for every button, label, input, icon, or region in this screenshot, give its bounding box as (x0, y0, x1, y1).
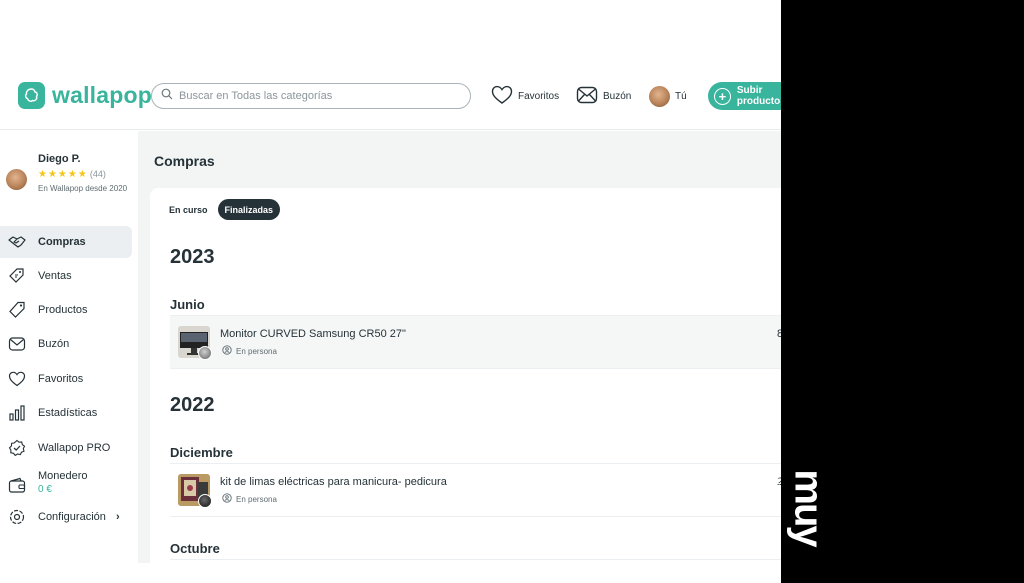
sidebar-item-label: Wallapop PRO (38, 442, 111, 454)
delivery-label: En persona (236, 494, 277, 504)
sidebar-item-label: Estadísticas (38, 407, 98, 419)
transaction-title: kit de limas eléctricas para manicura- p… (220, 476, 447, 488)
delivery-method: En persona (222, 345, 277, 357)
wallet-icon (8, 477, 26, 495)
sidebar-item-wallapop-pro[interactable]: Wallapop PRO (0, 432, 132, 464)
main-content: Compras En curso Finalizadas 2023 Junio … (138, 131, 781, 563)
wallapop-logo-icon (18, 82, 45, 109)
rating-stars: ★★★★★ (44) (38, 169, 106, 180)
year-heading: 2022 (170, 394, 215, 416)
sidebar-item-configuracion[interactable]: Configuración › (0, 501, 132, 533)
search-input[interactable] (179, 90, 449, 102)
transaction-row[interactable]: kit de limas eléctricas para manicura- p… (170, 463, 781, 517)
nav-inbox[interactable]: Buzón (576, 84, 631, 108)
envelope-icon (576, 86, 598, 107)
star-icons: ★★★★★ (38, 169, 88, 180)
bar-chart-icon (8, 404, 26, 422)
sidebar-item-ventas[interactable]: Ventas (0, 260, 132, 292)
profile-name: Diego P. (38, 153, 81, 165)
purchase-tabs: En curso Finalizadas (162, 199, 283, 220)
profile-avatar (6, 169, 27, 190)
year-heading: 2023 (170, 246, 215, 268)
page-title: Compras (154, 153, 215, 169)
transaction-row[interactable] (170, 559, 781, 563)
envelope-icon (8, 335, 26, 353)
favorites-label: Favoritos (518, 90, 560, 102)
sidebar-item-monedero[interactable]: Monedero 0 € (0, 466, 132, 504)
seller-avatar (198, 346, 212, 360)
sidebar-item-compras[interactable]: Compras (0, 226, 132, 258)
nav-profile[interactable]: Tú (649, 84, 687, 108)
wallet-balance: 0 € (38, 484, 52, 495)
muy-interesante-logo: muy (786, 469, 831, 546)
top-header: wallapop Favoritos Buzón Tú + Subir prod… (0, 62, 808, 130)
delivery-label: En persona (236, 346, 277, 356)
sidebar-item-label: Productos (38, 304, 88, 316)
handshake-icon (8, 233, 26, 251)
sidebar-item-label: Ventas (38, 270, 72, 282)
sidebar-item-label: Compras (38, 236, 86, 248)
price-tag-hand-icon (8, 267, 26, 285)
tab-en-curso[interactable]: En curso (162, 199, 215, 220)
plus-icon: + (714, 87, 731, 105)
chevron-right-icon: › (116, 511, 120, 523)
month-heading: Octubre (170, 541, 220, 556)
sidebar-item-label: Favoritos (38, 373, 84, 385)
transaction-row[interactable]: Monitor CURVED Samsung CR50 27" En perso… (170, 315, 781, 369)
sidebar-item-productos[interactable]: Productos (0, 294, 132, 326)
seller-avatar (198, 494, 212, 508)
member-since: En Wallapop desde 2020 (38, 184, 128, 193)
month-heading: Diciembre (170, 445, 233, 460)
purchases-panel: En curso Finalizadas 2023 Junio Monitor … (150, 188, 781, 563)
sidebar-item-label: Monedero (38, 470, 88, 482)
inbox-label: Buzón (603, 90, 632, 102)
you-label: Tú (675, 90, 687, 102)
location-pin-icon (222, 345, 232, 357)
sidebar-item-label: Configuración (38, 511, 106, 523)
gear-icon (8, 508, 26, 526)
sidebar-item-favoritos[interactable]: Favoritos (0, 363, 132, 395)
tag-icon (8, 301, 26, 319)
location-pin-icon (222, 493, 232, 505)
search-icon (161, 87, 173, 105)
nav-favorites[interactable]: Favoritos (491, 84, 559, 108)
transaction-title: Monitor CURVED Samsung CR50 27" (220, 328, 406, 340)
delivery-method: En persona (222, 493, 277, 505)
user-avatar (649, 85, 670, 107)
sidebar: Diego P. ★★★★★ (44) En Wallapop desde 202… (0, 131, 138, 563)
verified-badge-icon (8, 439, 26, 457)
sidebar-item-estadisticas[interactable]: Estadísticas (0, 397, 132, 429)
sidebar-item-label: Buzón (38, 338, 70, 350)
search-bar[interactable] (151, 83, 471, 109)
rating-count: (44) (89, 169, 106, 179)
heart-icon (491, 85, 513, 108)
wallapop-logo[interactable]: wallapop (18, 82, 152, 109)
sidebar-item-buzon[interactable]: Buzón (0, 328, 132, 360)
muy-interesante-sublabel: INTERESANTE (772, 467, 779, 515)
heart-icon (8, 370, 26, 388)
tab-finalizadas[interactable]: Finalizadas (217, 199, 281, 220)
brand-name: wallapop (52, 82, 153, 108)
month-heading: Junio (170, 297, 205, 312)
